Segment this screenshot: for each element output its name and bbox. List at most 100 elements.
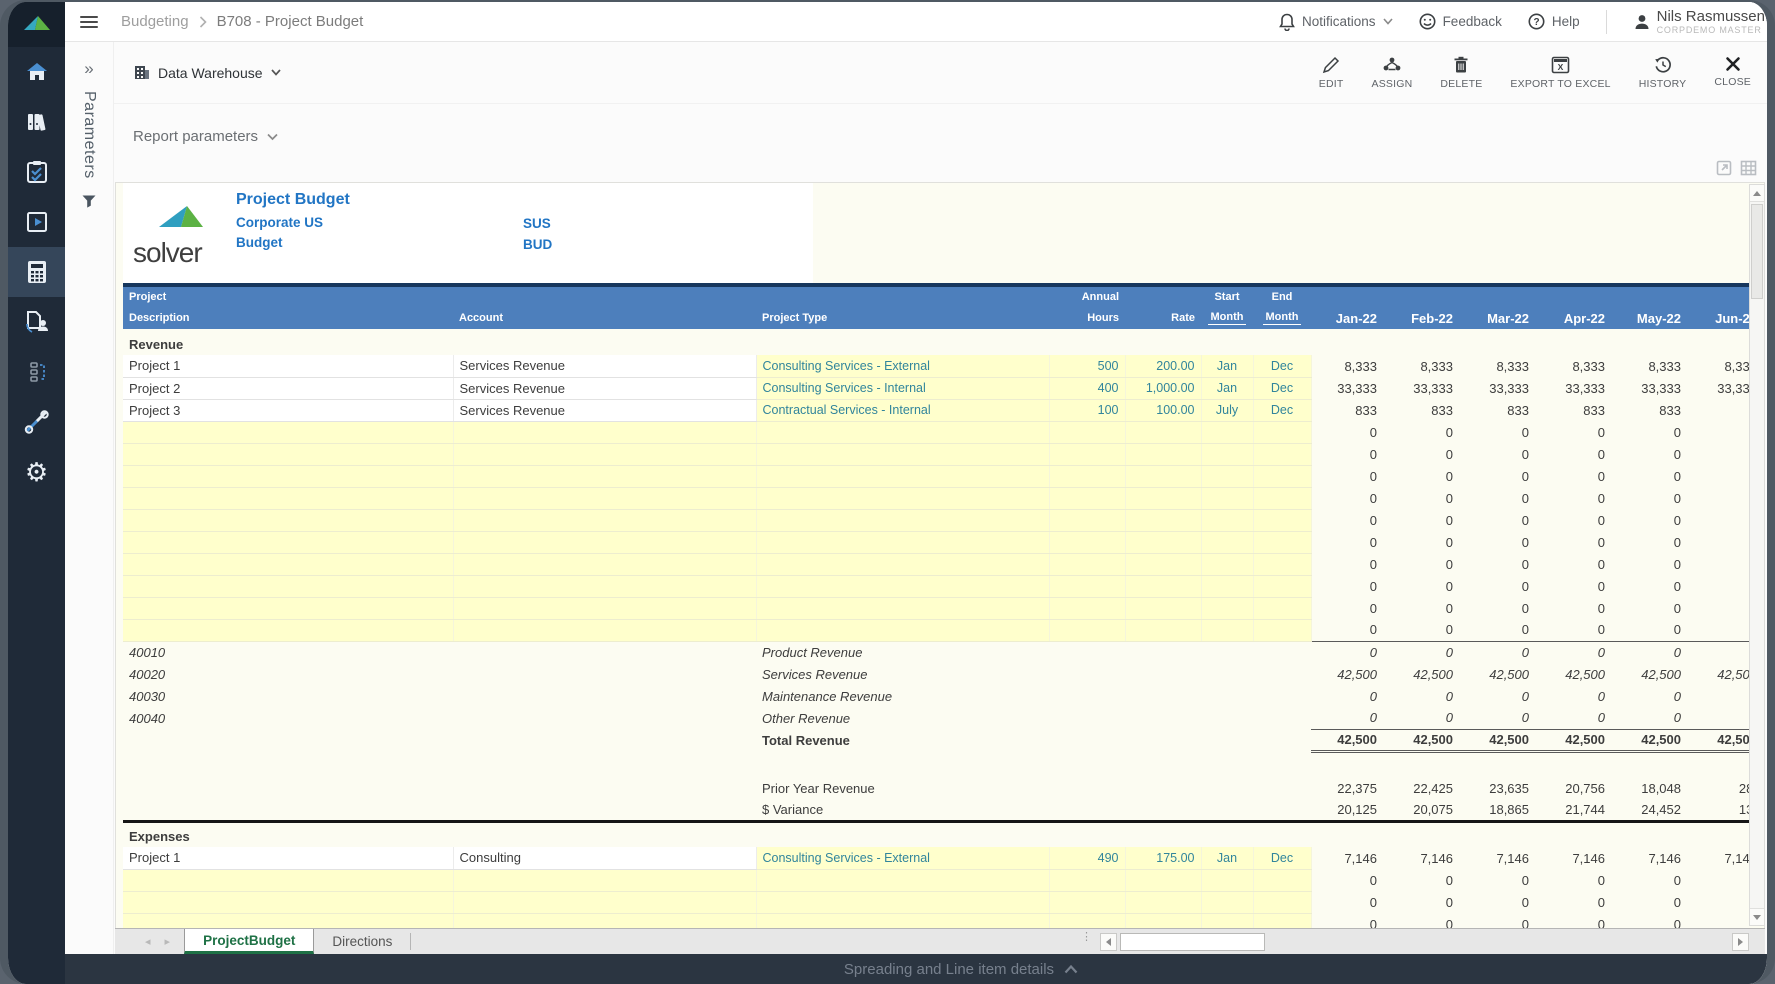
- cell-end-month[interactable]: Dec: [1253, 847, 1311, 869]
- app-logo[interactable]: [8, 2, 65, 47]
- assign-button[interactable]: ASSIGN: [1361, 52, 1422, 94]
- cell-end-month[interactable]: Dec: [1253, 399, 1311, 421]
- cell-project-type[interactable]: [756, 443, 1049, 465]
- cell-description[interactable]: [123, 619, 453, 641]
- cell-end-month[interactable]: [1253, 421, 1311, 443]
- cell-rate[interactable]: [1125, 913, 1201, 928]
- cell-rate[interactable]: 100.00: [1125, 399, 1201, 421]
- cell-rate[interactable]: [1125, 465, 1201, 487]
- data-warehouse-selector[interactable]: Data Warehouse: [134, 65, 281, 81]
- cell-end-month[interactable]: [1253, 553, 1311, 575]
- cell-project-type[interactable]: Contractual Services - Internal: [756, 399, 1049, 421]
- cell-rate[interactable]: 1,000.00: [1125, 377, 1201, 399]
- cell-description[interactable]: [123, 575, 453, 597]
- cell-start-month[interactable]: [1201, 421, 1253, 443]
- export-to-excel-button[interactable]: X EXPORT TO EXCEL: [1500, 52, 1620, 94]
- cell-account[interactable]: [453, 531, 756, 553]
- cell-project-type[interactable]: [756, 509, 1049, 531]
- cell-end-month[interactable]: [1253, 891, 1311, 913]
- cell-end-month[interactable]: [1253, 913, 1311, 928]
- tab-next-icon[interactable]: ▸: [165, 935, 171, 948]
- menu-hamburger-icon[interactable]: [80, 13, 98, 31]
- cell-end-month[interactable]: [1253, 619, 1311, 641]
- cell-account[interactable]: [453, 869, 756, 891]
- cell-annual-hours[interactable]: [1049, 531, 1125, 553]
- cell-rate[interactable]: [1125, 891, 1201, 913]
- scroll-up-button[interactable]: [1750, 185, 1764, 202]
- cell-description[interactable]: [123, 891, 453, 913]
- cell-end-month[interactable]: [1253, 869, 1311, 891]
- cell-start-month[interactable]: Jan: [1201, 847, 1253, 869]
- user-menu[interactable]: Nils Rasmussen CorpDemo Master: [1633, 8, 1765, 36]
- cell-annual-hours[interactable]: [1049, 443, 1125, 465]
- cell-description[interactable]: [123, 553, 453, 575]
- cell-rate[interactable]: [1125, 421, 1201, 443]
- table-grid-icon[interactable]: [1740, 160, 1757, 176]
- cell-project-type[interactable]: [756, 597, 1049, 619]
- cell-project-type[interactable]: [756, 913, 1049, 928]
- cell-project-type[interactable]: [756, 531, 1049, 553]
- tab-prev-icon[interactable]: ◂: [145, 935, 151, 948]
- cell-start-month[interactable]: [1201, 913, 1253, 928]
- cell-rate[interactable]: [1125, 597, 1201, 619]
- scroll-left-button[interactable]: [1100, 933, 1117, 951]
- cell-rate[interactable]: [1125, 619, 1201, 641]
- horizontal-scrollbar[interactable]: [1100, 933, 1749, 951]
- cell-start-month[interactable]: Jan: [1201, 355, 1253, 377]
- report-parameters-toggle[interactable]: Report parameters: [133, 128, 1767, 145]
- cell-rate[interactable]: [1125, 553, 1201, 575]
- cell-end-month[interactable]: Dec: [1253, 377, 1311, 399]
- cell-start-month[interactable]: [1201, 619, 1253, 641]
- sidebar-item-home[interactable]: [8, 47, 65, 97]
- cell-account[interactable]: [453, 597, 756, 619]
- cell-start-month[interactable]: [1201, 443, 1253, 465]
- breadcrumb-budgeting[interactable]: Budgeting: [121, 13, 189, 30]
- cell-start-month[interactable]: [1201, 869, 1253, 891]
- cell-start-month[interactable]: [1201, 509, 1253, 531]
- sidebar-item-budgeting[interactable]: [8, 247, 65, 297]
- cell-project-type[interactable]: Consulting Services - External: [756, 355, 1049, 377]
- cell-annual-hours[interactable]: [1049, 487, 1125, 509]
- cell-annual-hours[interactable]: [1049, 509, 1125, 531]
- cell-annual-hours[interactable]: [1049, 575, 1125, 597]
- cell-start-month[interactable]: Jan: [1201, 377, 1253, 399]
- cell-account[interactable]: [453, 421, 756, 443]
- sidebar-item-reporting[interactable]: [8, 197, 65, 247]
- cell-account[interactable]: [453, 575, 756, 597]
- cell-project-type[interactable]: [756, 487, 1049, 509]
- cell-rate[interactable]: [1125, 531, 1201, 553]
- tab-directions[interactable]: Directions: [314, 929, 410, 954]
- cell-annual-hours[interactable]: 490: [1049, 847, 1125, 869]
- sidebar-item-administration[interactable]: [8, 397, 65, 447]
- cell-project-type[interactable]: [756, 869, 1049, 891]
- cell-account[interactable]: [453, 913, 756, 928]
- filter-funnel-icon[interactable]: [82, 195, 96, 208]
- cell-start-month[interactable]: [1201, 465, 1253, 487]
- edit-button[interactable]: EDIT: [1309, 52, 1354, 94]
- vertical-scrollbar[interactable]: [1749, 184, 1765, 926]
- cell-project-type[interactable]: [756, 575, 1049, 597]
- cell-end-month[interactable]: [1253, 509, 1311, 531]
- horizontal-scroll-thumb[interactable]: [1120, 933, 1265, 951]
- scroll-down-button[interactable]: [1750, 908, 1764, 925]
- tab-projectbudget[interactable]: ProjectBudget: [184, 929, 314, 954]
- cell-project-type[interactable]: Consulting Services - External: [756, 847, 1049, 869]
- cell-rate[interactable]: 175.00: [1125, 847, 1201, 869]
- cell-rate[interactable]: [1125, 575, 1201, 597]
- cell-annual-hours[interactable]: [1049, 869, 1125, 891]
- cell-rate[interactable]: [1125, 509, 1201, 531]
- cell-rate[interactable]: [1125, 443, 1201, 465]
- cell-description[interactable]: [123, 531, 453, 553]
- sidebar-item-collaboration[interactable]: [8, 297, 65, 347]
- cell-rate[interactable]: [1125, 869, 1201, 891]
- sidebar-item-library[interactable]: [8, 97, 65, 147]
- scrollbar-splitter[interactable]: ⋮: [1081, 935, 1092, 940]
- cell-start-month[interactable]: [1201, 891, 1253, 913]
- spreading-panel-toggle[interactable]: Spreading and Line item details: [65, 954, 1767, 984]
- cell-account[interactable]: [453, 465, 756, 487]
- close-button[interactable]: CLOSE: [1704, 52, 1761, 92]
- feedback-button[interactable]: Feedback: [1419, 13, 1502, 30]
- cell-start-month[interactable]: [1201, 597, 1253, 619]
- cell-annual-hours[interactable]: [1049, 421, 1125, 443]
- cell-account[interactable]: [453, 619, 756, 641]
